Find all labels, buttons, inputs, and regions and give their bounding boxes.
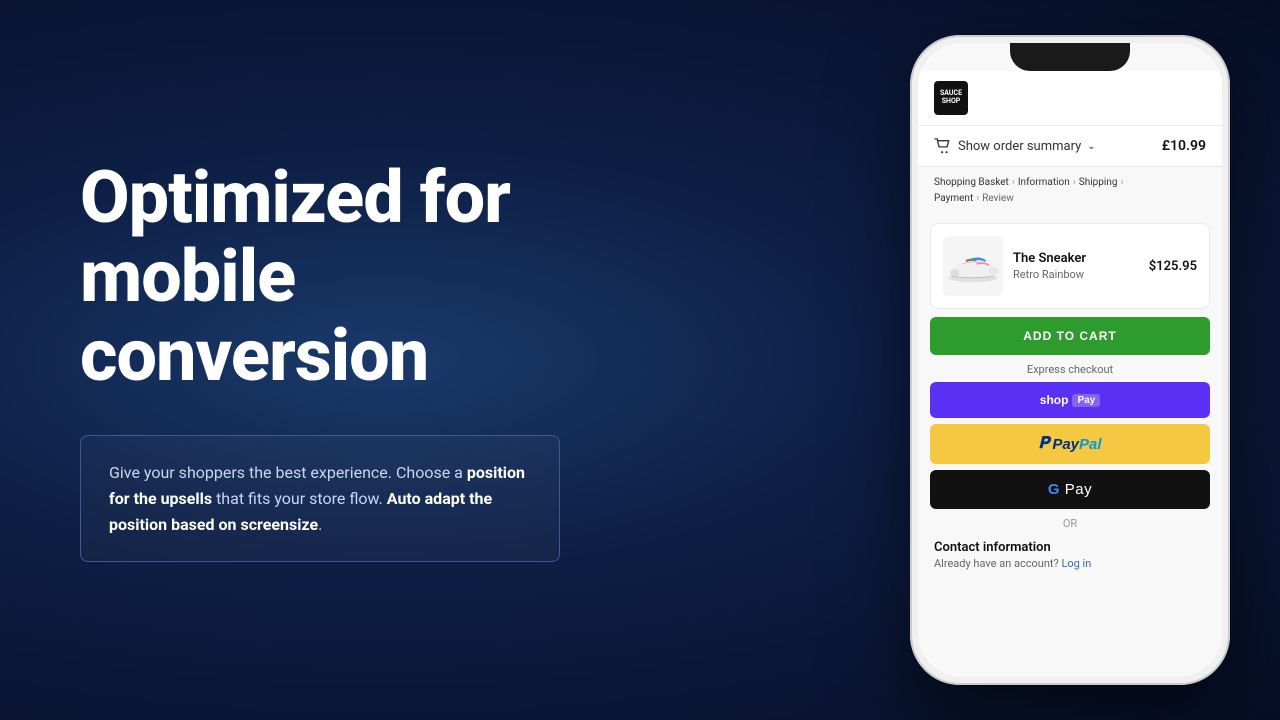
- shop-pay-button[interactable]: shop Pay: [930, 382, 1210, 418]
- express-checkout-label: Express checkout: [918, 363, 1222, 376]
- login-link[interactable]: Log in: [1061, 557, 1091, 570]
- headline-line2: mobile: [80, 234, 295, 319]
- paypal-text-blue: Pay: [1052, 436, 1079, 453]
- contact-info: Contact information Already have an acco…: [918, 534, 1222, 576]
- or-divider: OR: [918, 517, 1222, 530]
- separator-2: ›: [1073, 175, 1076, 191]
- paypal-button[interactable]: 𝐏 Pay Pal: [930, 424, 1210, 464]
- product-card: The Sneaker Retro Rainbow $125.95: [930, 223, 1210, 309]
- order-summary-bar[interactable]: Show order summary ⌄ £10.99: [918, 126, 1222, 167]
- breadcrumb-payment: Payment: [934, 191, 973, 207]
- breadcrumb-info: Information: [1018, 175, 1070, 191]
- separator-1: ›: [1012, 175, 1015, 191]
- pay-text: Pay: [1065, 481, 1092, 498]
- breadcrumb-shipping: Shipping: [1079, 175, 1118, 191]
- paypal-text-light: Pal: [1079, 436, 1102, 453]
- paypal-icon: 𝐏: [1038, 435, 1049, 453]
- store-header: SAUCE SHOP: [918, 71, 1222, 126]
- shop-pay-label: shop Pay: [1040, 393, 1100, 407]
- add-to-cart-button[interactable]: ADD TO CART: [930, 317, 1210, 355]
- headline: Optimized for mobile conversion: [80, 158, 840, 396]
- contact-sub: Already have an account? Log in: [934, 557, 1206, 570]
- product-price: $125.95: [1149, 259, 1197, 274]
- desc-text-end: .: [318, 515, 322, 534]
- order-summary-left: Show order summary ⌄: [934, 138, 1096, 154]
- desc-text-before: Give your shoppers the best experience. …: [109, 463, 467, 482]
- phone-notch: [1010, 43, 1130, 71]
- product-name: The Sneaker: [1013, 251, 1139, 266]
- gpay-button[interactable]: G Pay: [930, 470, 1210, 509]
- phone-wrapper: SAUCE SHOP Sho: [910, 35, 1230, 685]
- headline-line1: Optimized for: [80, 155, 510, 240]
- contact-sub-text: Already have an account?: [934, 557, 1059, 570]
- separator-3: ›: [1120, 175, 1123, 191]
- pay-badge: Pay: [1072, 394, 1100, 407]
- product-info: The Sneaker Retro Rainbow: [1013, 251, 1139, 281]
- description-box: Give your shoppers the best experience. …: [80, 435, 560, 562]
- headline-line3: conversion: [80, 313, 428, 398]
- contact-title: Contact information: [934, 540, 1206, 555]
- order-summary-text: Show order summary: [958, 139, 1081, 154]
- description-text: Give your shoppers the best experience. …: [109, 460, 531, 537]
- product-image: [943, 236, 1003, 296]
- breadcrumb-review: Review: [982, 191, 1014, 207]
- left-content: Optimized for mobile conversion Give you…: [0, 0, 900, 720]
- desc-text-middle: that fits your store flow.: [212, 489, 387, 508]
- store-logo: SAUCE SHOP: [934, 81, 968, 115]
- phone-mockup-container: SAUCE SHOP Sho: [900, 0, 1280, 720]
- order-price: £10.99: [1162, 138, 1206, 154]
- shop-text: shop: [1040, 393, 1069, 407]
- sneaker-illustration: [945, 248, 1001, 284]
- chevron-down-icon: ⌄: [1087, 141, 1095, 152]
- breadcrumb-row: Shopping Basket › Information › Shipping…: [934, 175, 1206, 191]
- phone-inner: SAUCE SHOP Sho: [918, 43, 1222, 677]
- store-logo-text: SAUCE SHOP: [940, 90, 962, 105]
- product-variant: Retro Rainbow: [1013, 268, 1139, 281]
- phone-screen: SAUCE SHOP Sho: [918, 43, 1222, 677]
- breadcrumb: Shopping Basket › Information › Shipping…: [918, 167, 1222, 215]
- gpay-label: G Pay: [1048, 481, 1092, 498]
- separator-4: ›: [976, 191, 979, 207]
- breadcrumb-basket: Shopping Basket: [934, 175, 1009, 191]
- breadcrumb-row-2: Payment › Review: [934, 191, 1206, 207]
- phone-outer: SAUCE SHOP Sho: [910, 35, 1230, 685]
- g-letter: G: [1048, 481, 1060, 498]
- cart-icon: [934, 138, 952, 154]
